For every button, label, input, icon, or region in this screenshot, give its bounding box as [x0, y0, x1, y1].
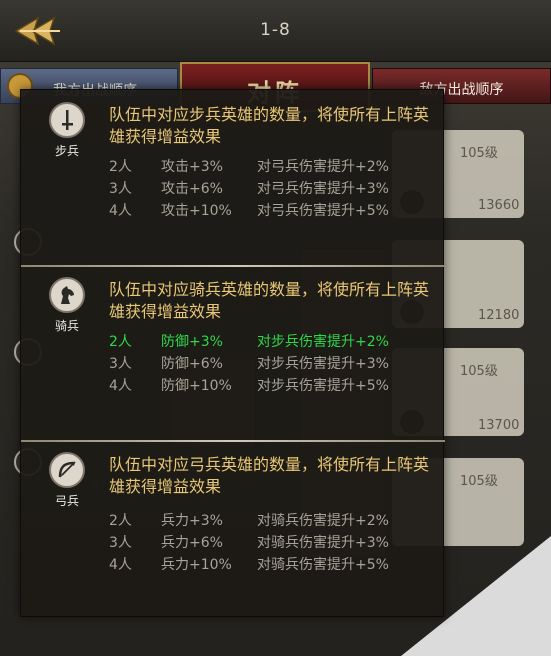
stat-bonus: 兵力+6% [161, 535, 223, 551]
damage-bonus: 对骑兵伤害提升+3% [257, 535, 389, 551]
enemy-power: 13660 [478, 198, 520, 213]
damage-bonus: 对步兵伤害提升+5% [257, 378, 389, 394]
hero-count: 2人 [109, 513, 132, 529]
bonus-row: 2人 攻击+3% 对弓兵伤害提升+2% [109, 156, 439, 178]
damage-bonus: 对骑兵伤害提升+5% [257, 557, 389, 573]
cavalry-badge: 骑兵 [45, 277, 89, 335]
stat-bonus: 攻击+10% [161, 203, 232, 219]
bonus-row: 3人 兵力+6% 对骑兵伤害提升+3% [109, 532, 439, 554]
stat-bonus: 攻击+6% [161, 181, 223, 197]
bonus-row-active: 2人 防御+3% 对步兵伤害提升+2% [109, 331, 439, 353]
bonus-row: 4人 兵力+10% 对骑兵伤害提升+5% [109, 554, 439, 576]
damage-bonus: 对骑兵伤害提升+2% [257, 513, 389, 529]
infantry-bonus-section: 步兵 队伍中对应步兵英雄的数量，将使所有上阵英雄获得增益效果 2人 攻击+3% … [21, 90, 445, 265]
enemy-level: 105级 [460, 146, 498, 161]
damage-bonus: 对步兵伤害提升+2% [257, 334, 389, 350]
damage-bonus: 对弓兵伤害提升+2% [257, 159, 389, 175]
hero-count: 3人 [109, 356, 132, 372]
archer-badge: 弓兵 [45, 452, 89, 510]
top-bar: 1-8 [0, 0, 551, 62]
cavalry-description: 队伍中对应骑兵英雄的数量，将使所有上阵英雄获得增益效果 [109, 280, 430, 321]
hero-count: 4人 [109, 203, 132, 219]
stat-bonus: 兵力+3% [161, 513, 223, 529]
hero-count: 4人 [109, 557, 132, 573]
bonus-row: 2人 兵力+3% 对骑兵伤害提升+2% [109, 510, 439, 532]
archer-description: 队伍中对应弓兵英雄的数量，将使所有上阵英雄获得增益效果 [109, 455, 430, 496]
bonus-row: 3人 防御+6% 对步兵伤害提升+3% [109, 353, 439, 375]
section-divider [21, 265, 445, 267]
archer-bonus-section: 弓兵 队伍中对应弓兵英雄的数量，将使所有上阵英雄获得增益效果 2人 兵力+3% … [21, 440, 445, 618]
stat-bonus: 兵力+10% [161, 557, 232, 573]
section-divider [21, 440, 445, 442]
infantry-badge: 步兵 [45, 102, 89, 160]
enemy-level: 105级 [460, 474, 498, 489]
hero-count: 2人 [109, 159, 132, 175]
damage-bonus: 对弓兵伤害提升+3% [257, 181, 389, 197]
sword-icon [62, 110, 73, 130]
infantry-description: 队伍中对应步兵英雄的数量，将使所有上阵英雄获得增益效果 [109, 105, 430, 146]
stage-label: 1-8 [260, 20, 291, 40]
stat-bonus: 防御+6% [161, 356, 223, 372]
enemy-level: 105级 [460, 364, 498, 379]
damage-bonus: 对弓兵伤害提升+5% [257, 203, 389, 219]
stat-bonus: 防御+3% [161, 334, 223, 350]
hero-count: 4人 [109, 378, 132, 394]
bonus-row: 4人 防御+10% 对步兵伤害提升+5% [109, 375, 439, 397]
bonus-row: 3人 攻击+6% 对弓兵伤害提升+3% [109, 178, 439, 200]
cavalry-label: 骑兵 [54, 319, 79, 333]
hero-count: 3人 [109, 181, 132, 197]
class-bonus-tooltip: 步兵 队伍中对应步兵英雄的数量，将使所有上阵英雄获得增益效果 2人 攻击+3% … [20, 89, 445, 618]
hero-count: 2人 [109, 334, 132, 350]
enemy-power: 13700 [478, 418, 520, 433]
enemy-power: 12180 [478, 308, 520, 323]
bonus-row: 4人 攻击+10% 对弓兵伤害提升+5% [109, 200, 439, 222]
horse-head-icon [61, 286, 74, 304]
stat-bonus: 攻击+3% [161, 159, 223, 175]
hero-count: 3人 [109, 535, 132, 551]
cavalry-bonus-section: 骑兵 队伍中对应骑兵英雄的数量，将使所有上阵英雄获得增益效果 2人 防御+3% … [21, 265, 445, 440]
damage-bonus: 对步兵伤害提升+3% [257, 356, 389, 372]
stat-bonus: 防御+10% [161, 378, 232, 394]
bow-icon [58, 461, 76, 478]
infantry-label: 步兵 [54, 144, 79, 158]
archer-label: 弓兵 [54, 494, 79, 508]
